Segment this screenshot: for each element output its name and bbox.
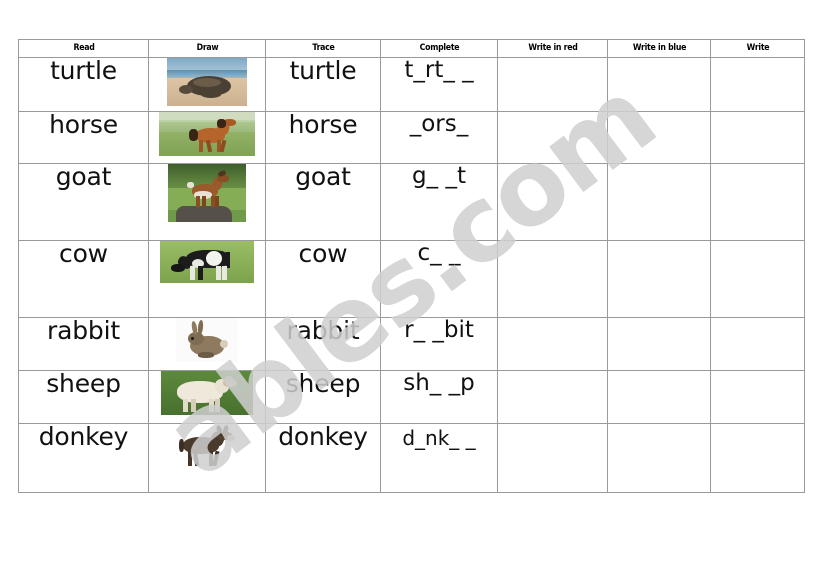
cow-photo (160, 241, 254, 283)
trace-word: horse (265, 111, 381, 164)
column-header-write: Write (713, 39, 802, 58)
write-cell[interactable] (710, 370, 805, 424)
draw-picture-cell (148, 57, 266, 112)
goat-photo (168, 164, 246, 222)
read-word: goat (18, 163, 149, 241)
read-word: sheep (18, 370, 149, 424)
table-header-row: Read Draw Trace Complete Write in red Wr… (19, 39, 805, 58)
write-in-red-cell[interactable] (497, 370, 608, 424)
write-in-red-cell[interactable] (497, 317, 608, 371)
trace-word: cow (265, 240, 381, 318)
worksheet-page: ables.com Read Draw Trace Complete Write… (0, 0, 821, 580)
read-word: rabbit (18, 317, 149, 371)
trace-word: donkey (265, 423, 381, 493)
trace-word: turtle (265, 57, 381, 112)
complete-word[interactable]: _ors_ (380, 111, 498, 164)
column-header-draw: Draw (152, 39, 262, 58)
column-header-write-blue: Write in blue (611, 39, 707, 58)
complete-word[interactable]: r_ _bit (380, 317, 498, 371)
rabbit-photo (176, 318, 238, 362)
write-in-red-cell[interactable] (497, 57, 608, 112)
write-in-red-cell[interactable] (497, 111, 608, 164)
write-cell[interactable] (710, 163, 805, 241)
draw-picture-cell (148, 423, 266, 493)
read-word: cow (18, 240, 149, 318)
trace-word: rabbit (265, 317, 381, 371)
complete-word[interactable]: d_nk_ _ (380, 423, 498, 493)
table-row: cow cow c_ _ (18, 240, 805, 318)
write-in-blue-cell[interactable] (607, 317, 711, 371)
write-in-blue-cell[interactable] (607, 111, 711, 164)
table-row: sheep sheep sh_ _p (18, 370, 805, 424)
sheep-photo (161, 371, 253, 415)
column-header-write-red: Write in red (501, 39, 604, 58)
write-in-blue-cell[interactable] (607, 423, 711, 493)
read-word: horse (18, 111, 149, 164)
column-header-complete: Complete (384, 39, 494, 58)
trace-word: sheep (265, 370, 381, 424)
table-row: rabbit rabbit r_ _bit (18, 317, 805, 371)
horse-photo (159, 112, 255, 156)
turtle-photo (167, 58, 247, 106)
write-in-red-cell[interactable] (497, 163, 608, 241)
write-in-blue-cell[interactable] (607, 370, 711, 424)
draw-picture-cell (148, 111, 266, 164)
donkey-photo (171, 424, 243, 470)
write-cell[interactable] (710, 57, 805, 112)
draw-picture-cell (148, 163, 266, 241)
column-header-read: Read (23, 39, 144, 58)
draw-picture-cell (148, 317, 266, 371)
table-row: turtle turtle t_rt_ _ (18, 57, 805, 112)
write-in-red-cell[interactable] (497, 240, 608, 318)
write-in-red-cell[interactable] (497, 423, 608, 493)
write-cell[interactable] (710, 240, 805, 318)
table-row: donkey donkey d_nk_ _ (18, 423, 805, 493)
trace-word: goat (265, 163, 381, 241)
complete-word[interactable]: g_ _t (380, 163, 498, 241)
column-header-trace: Trace (269, 39, 377, 58)
table-row: goat goat g_ _t (18, 163, 805, 241)
complete-word[interactable]: c_ _ (380, 240, 498, 318)
complete-word[interactable]: sh_ _p (380, 370, 498, 424)
table-row: horse horse _ors_ (18, 111, 805, 164)
read-word: donkey (18, 423, 149, 493)
read-word: turtle (18, 57, 149, 112)
write-cell[interactable] (710, 111, 805, 164)
draw-picture-cell (148, 240, 266, 318)
write-in-blue-cell[interactable] (607, 57, 711, 112)
vocabulary-worksheet-table: Read Draw Trace Complete Write in red Wr… (18, 39, 805, 493)
write-in-blue-cell[interactable] (607, 163, 711, 241)
draw-picture-cell (148, 370, 266, 424)
complete-word[interactable]: t_rt_ _ (380, 57, 498, 112)
write-cell[interactable] (710, 317, 805, 371)
write-cell[interactable] (710, 423, 805, 493)
write-in-blue-cell[interactable] (607, 240, 711, 318)
